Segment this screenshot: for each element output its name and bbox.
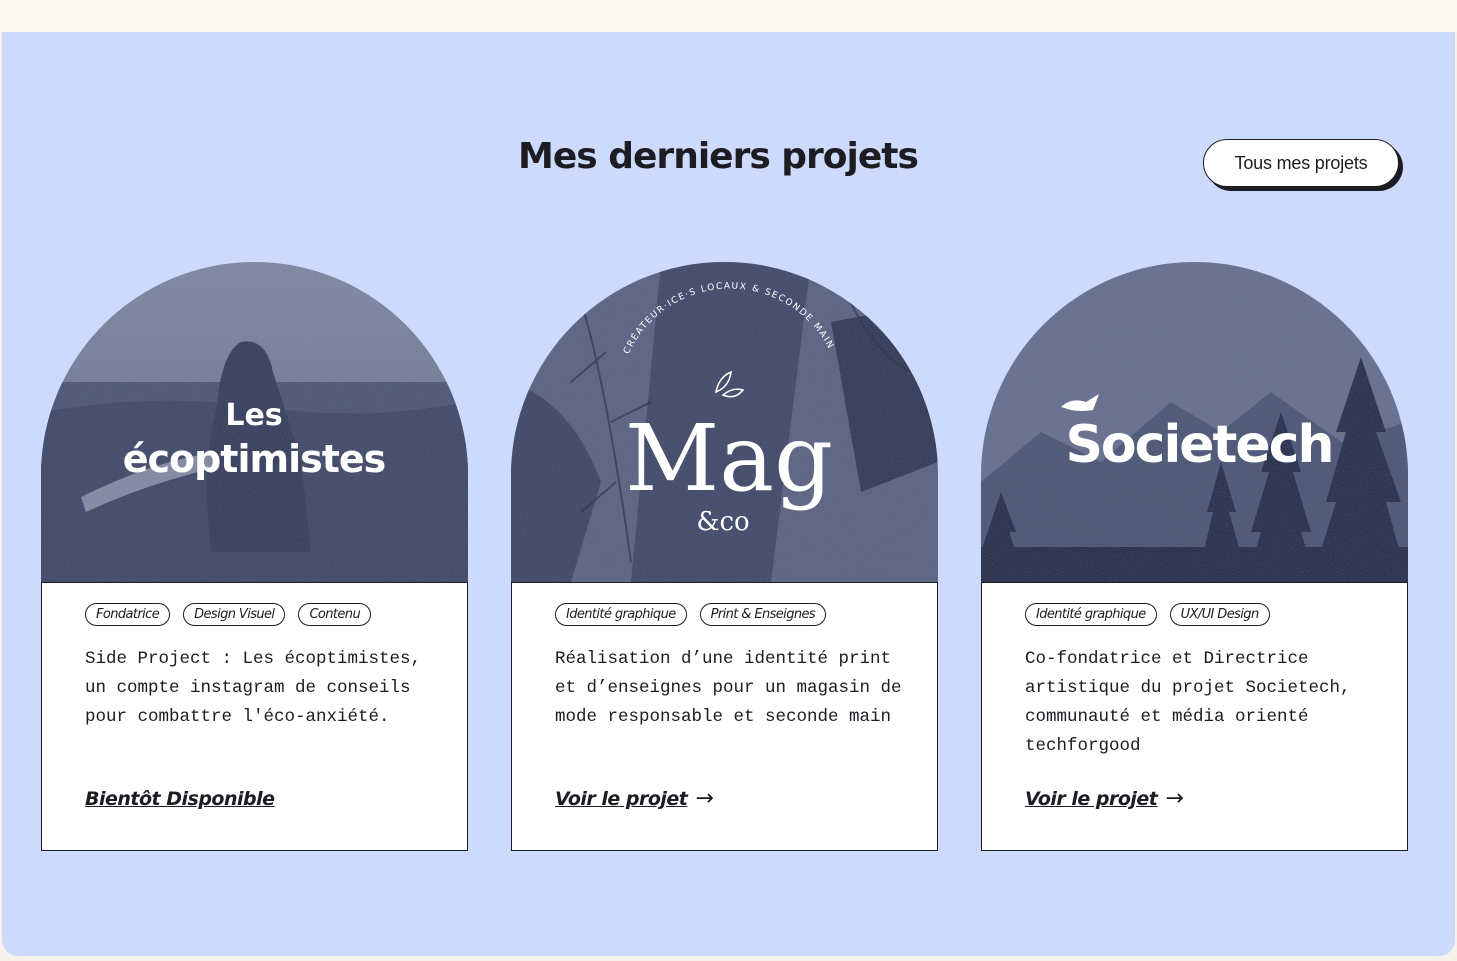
link-label: Voir le projet	[1025, 788, 1158, 810]
tag-list: Identité graphique Print & Enseignes	[555, 603, 827, 626]
ecoptimistes-logo-line1: Les	[225, 398, 282, 433]
arrow-right-icon: →	[1165, 786, 1184, 811]
link-label: Voir le projet	[555, 788, 688, 810]
project-image-mag-co: CRÉATEUR·ICE·S LOCAUX & SECONDE MAIN Mag…	[511, 262, 938, 582]
project-card-body: Identité graphique UX/UI Design Co-fonda…	[981, 582, 1408, 851]
tag: Identité graphique	[555, 603, 687, 626]
project-description: Side Project : Les écoptimistes, un comp…	[85, 649, 422, 727]
tag: Contenu	[298, 603, 372, 626]
project-card-societech[interactable]: Societech Identité graphique UX/UI Desig…	[981, 262, 1408, 851]
tag: Identité graphique	[1025, 603, 1157, 626]
mag-co-logo-main: Mag	[625, 405, 833, 512]
link-label: Bientôt Disponible	[85, 788, 275, 810]
all-projects-button[interactable]: Tous mes projets	[1203, 139, 1399, 187]
project-card-body: Fondatrice Design Visuel Contenu Side Pr…	[41, 582, 468, 851]
tag: Fondatrice	[85, 603, 171, 626]
arrow-right-icon: →	[695, 786, 714, 811]
project-card-mag-co[interactable]: CRÉATEUR·ICE·S LOCAUX & SECONDE MAIN Mag…	[511, 262, 938, 851]
view-project-link[interactable]: Voir le projet →	[1025, 786, 1184, 811]
project-card-body: Identité graphique Print & Enseignes Réa…	[511, 582, 938, 851]
project-image-societech: Societech	[981, 262, 1408, 582]
tag-list: Identité graphique UX/UI Design	[1025, 603, 1270, 626]
project-image-ecoptimistes: Les écoptimistes	[41, 262, 468, 582]
societech-logo: Societech	[1065, 415, 1332, 475]
coming-soon-link[interactable]: Bientôt Disponible	[85, 788, 275, 810]
ecoptimistes-logo-line2: écoptimistes	[123, 437, 386, 481]
project-card-ecoptimistes[interactable]: Les écoptimistes Fondatrice Design Visue…	[41, 262, 468, 851]
tag: Print & Enseignes	[699, 603, 827, 626]
project-description: Réalisation d’une identité print et d’en…	[555, 649, 902, 727]
view-project-link[interactable]: Voir le projet →	[555, 786, 714, 811]
project-description: Co-fondatrice et Directrice artistique d…	[1025, 649, 1351, 756]
top-strip	[0, 0, 1457, 32]
tag: UX/UI Design	[1169, 603, 1270, 626]
mag-co-logo-sub: &co	[696, 507, 749, 537]
tag-list: Fondatrice Design Visuel Contenu	[85, 603, 372, 626]
tag: Design Visuel	[183, 603, 286, 626]
